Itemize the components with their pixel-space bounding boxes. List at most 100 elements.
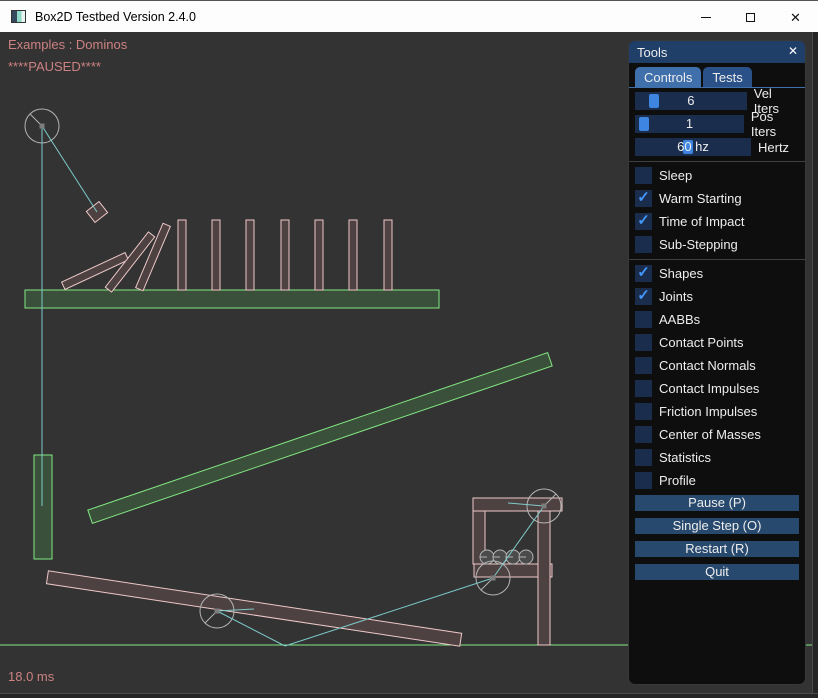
quit-button[interactable]: Quit [635,564,799,580]
checkbox-label: Time of Impact [659,214,744,229]
slider-value: 60 hz [635,138,751,156]
tools-panel-title: Tools [637,45,667,60]
checkbox-box [635,472,652,489]
checkbox-label: AABBs [659,312,700,327]
domino[interactable] [315,220,323,290]
maximize-button[interactable] [728,1,773,33]
checkbox-contact-points[interactable]: Contact Points [635,334,799,351]
close-button[interactable]: ✕ [773,1,818,33]
window-bottom-border[interactable] [0,693,818,698]
paused-label: ****PAUSED**** [8,59,101,74]
slider-value: 6 [635,92,747,110]
window-right-border[interactable] [812,32,818,698]
pause-p-button[interactable]: Pause (P) [635,495,799,511]
pos-iters-slider[interactable]: 1 [635,115,744,133]
checkbox-sub-stepping[interactable]: Sub-Stepping [635,236,799,253]
checkbox-label: Joints [659,289,693,304]
tools-panel-titlebar[interactable]: Tools ✕ [629,41,805,63]
checkbox-label: Shapes [659,266,703,281]
close-icon: ✕ [790,11,801,24]
checkbox-box [635,236,652,253]
checkbox-label: Center of Masses [659,427,761,442]
checkbox-friction-impulses[interactable]: Friction Impulses [635,403,799,420]
slider-label: Pos Iters [751,109,799,139]
tools-panel: Tools ✕ ControlsTests 6Vel Iters1Pos Ite… [628,40,806,685]
restart-r-button[interactable]: Restart (R) [635,541,799,557]
domino[interactable] [178,220,186,290]
checkbox-label: Contact Impulses [659,381,759,396]
window-title: Box2D Testbed Version 2.4.0 [35,10,196,24]
checkbox-box: ✓ [635,265,652,282]
domino[interactable] [384,220,392,290]
check-icon: ✓ [637,190,650,205]
example-label: Examples : Dominos [8,37,127,52]
checkbox-box [635,357,652,374]
vertical-block [34,455,52,559]
vel-iters-slider[interactable]: 6 [635,92,747,110]
checkbox-shapes[interactable]: ✓ Shapes [635,265,799,282]
checkbox-box: ✓ [635,288,652,305]
slider-row-vel-iters: 6Vel Iters [635,92,799,110]
checkbox-label: Friction Impulses [659,404,757,419]
slider-row-pos-iters: 1Pos Iters [635,115,799,133]
domino-platform [25,290,439,308]
checkbox-box [635,334,652,351]
maximize-icon [746,13,755,22]
checkbox-box [635,403,652,420]
separator [629,259,805,260]
checkbox-label: Contact Points [659,335,744,350]
single-step-o-button[interactable]: Single Step (O) [635,518,799,534]
checkbox-label: Contact Normals [659,358,756,373]
tab-tests[interactable]: Tests [703,67,751,88]
checkbox-contact-impulses[interactable]: Contact Impulses [635,380,799,397]
slider-label: Hertz [758,140,789,155]
checkbox-label: Profile [659,473,696,488]
minimize-icon [701,17,711,18]
checkbox-box [635,167,652,184]
checkbox-warm-starting[interactable]: ✓ Warm Starting [635,190,799,207]
checkbox-sleep[interactable]: Sleep [635,167,799,184]
domino[interactable] [349,220,357,290]
tab-controls[interactable]: Controls [635,67,701,88]
checkbox-profile[interactable]: Profile [635,472,799,489]
domino[interactable] [281,220,289,290]
checkbox-aabbs[interactable]: AABBs [635,311,799,328]
checkbox-contact-normals[interactable]: Contact Normals [635,357,799,374]
check-icon: ✓ [637,288,650,303]
hertz-slider[interactable]: 60 hz [635,138,751,156]
checkbox-box [635,449,652,466]
frame-right-post[interactable] [538,511,550,645]
app-icon [11,10,26,23]
slider-row-hertz: 60 hz Hertz [635,138,799,156]
checkbox-label: Warm Starting [659,191,742,206]
tabbar-underline [629,87,805,88]
checkbox-label: Sleep [659,168,692,183]
domino[interactable] [246,220,254,290]
anchor-points [40,124,547,614]
checkbox-label: Sub-Stepping [659,237,738,252]
minimize-button[interactable] [683,1,728,33]
checkbox-box: ✓ [635,213,652,230]
frame-time-label: 18.0 ms [8,669,54,684]
tabbar: ControlsTests [629,63,805,88]
os-titlebar[interactable]: Box2D Testbed Version 2.4.0 ✕ [0,0,818,32]
check-icon: ✓ [637,265,650,280]
checkbox-joints[interactable]: ✓ Joints [635,288,799,305]
checkbox-statistics[interactable]: Statistics [635,449,799,466]
checkbox-time-of-impact[interactable]: ✓ Time of Impact [635,213,799,230]
falling-domino[interactable] [136,223,171,291]
panel-close-icon[interactable]: ✕ [788,44,798,58]
checkbox-box [635,426,652,443]
checkbox-center-of-masses[interactable]: Center of Masses [635,426,799,443]
checkbox-label: Statistics [659,450,711,465]
panel-content: 6Vel Iters1Pos Iters60 hzHertz Sleep✓War… [629,88,805,580]
slider-value: 1 [635,115,744,133]
frame-top-beam[interactable] [473,498,562,511]
check-icon: ✓ [637,213,650,228]
checkbox-box: ✓ [635,190,652,207]
checkbox-box [635,380,652,397]
app-window: Examples : Dominos ****PAUSED**** 18.0 m… [0,0,818,698]
checkbox-box [635,311,652,328]
separator [629,161,805,162]
domino[interactable] [212,220,220,290]
